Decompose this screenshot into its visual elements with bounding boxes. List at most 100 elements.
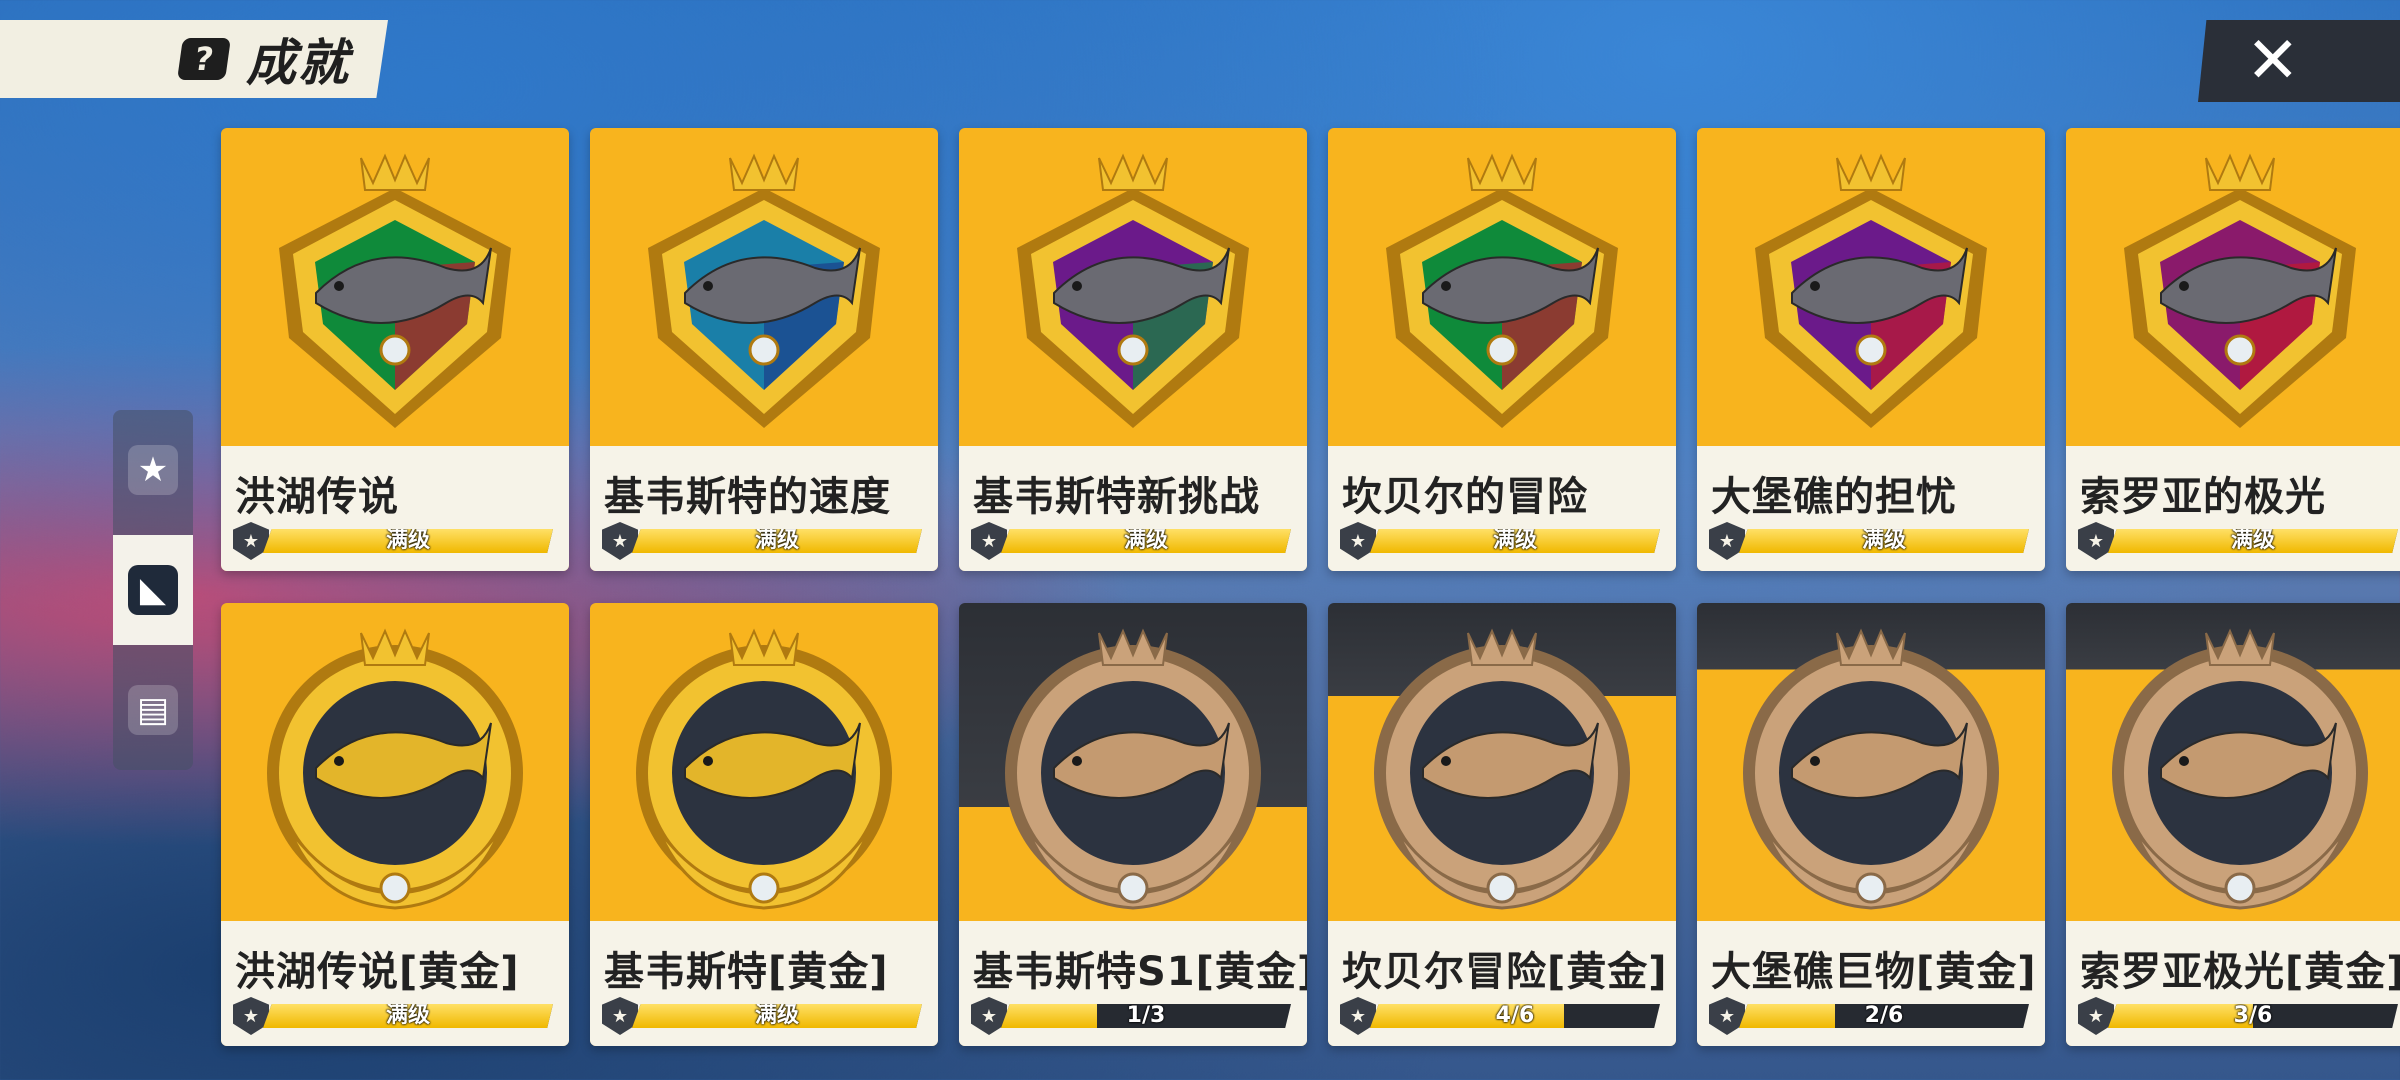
medal-emblem-icon — [2112, 628, 2368, 910]
progress-row: ★ 满级 — [233, 522, 559, 560]
shark-fin-icon: ◣ — [128, 565, 178, 615]
achievement-name: 索罗亚极光[黄金] — [2080, 949, 2400, 995]
page-title: 成就 — [246, 34, 350, 92]
achievement-name: 索罗亚的极光 — [2080, 474, 2326, 520]
progress-row: ★ 满级 — [233, 997, 559, 1035]
card-footer: 基韦斯特新挑战 ★ 满级 — [959, 446, 1307, 571]
progress-text: 4/6 — [1495, 1004, 1535, 1028]
card-footer: 索罗亚的极光 ★ 满级 — [2066, 446, 2400, 571]
rank-badge-icon: ★ — [2078, 997, 2114, 1035]
achievement-card[interactable]: 大堡礁的担忧 ★ 满级 — [1697, 128, 2045, 571]
achievement-card[interactable]: 索罗亚的极光 ★ 满级 — [2066, 128, 2400, 571]
rank-badge-icon: ★ — [971, 997, 1007, 1035]
rank-badge-icon: ★ — [233, 522, 269, 560]
progress-text: 满级 — [754, 529, 799, 553]
progress-text: 满级 — [2230, 529, 2275, 553]
medal-emblem-icon — [1374, 628, 1630, 910]
progress-bar: 满级 — [632, 529, 922, 553]
achievement-name: 大堡礁的担忧 — [1711, 474, 1957, 520]
achievement-card[interactable]: 坎贝尔冒险[黄金] ★ 4/6 — [1328, 603, 1676, 1046]
achievement-card[interactable]: 洪湖传说 ★ 满级 — [221, 128, 569, 571]
progress-row: ★ 3/6 — [2078, 997, 2400, 1035]
achievement-name: 洪湖传说 — [235, 474, 399, 520]
progress-text: 满级 — [1123, 529, 1168, 553]
progress-row: ★ 满级 — [602, 522, 928, 560]
tab-shield[interactable]: ★ — [113, 415, 193, 525]
rank-badge-icon: ★ — [1709, 522, 1745, 560]
achievement-name: 基韦斯特S1[黄金] — [973, 949, 1307, 995]
achievement-card[interactable]: 基韦斯特S1[黄金] ★ 1/3 — [959, 603, 1307, 1046]
help-icon[interactable]: ? — [177, 38, 231, 80]
medal-emblem-icon — [1017, 153, 1249, 428]
progress-bar: 满级 — [632, 1004, 922, 1028]
close-button[interactable]: ✕ — [2198, 20, 2400, 102]
achievement-card[interactable]: 坎贝尔的冒险 ★ 满级 — [1328, 128, 1676, 571]
card-footer: 大堡礁巨物[黄金] ★ 2/6 — [1697, 921, 2045, 1046]
achievement-card[interactable]: 索罗亚极光[黄金] ★ 3/6 — [2066, 603, 2400, 1046]
card-footer: 基韦斯特的速度 ★ 满级 — [590, 446, 938, 571]
progress-bar: 满级 — [1001, 529, 1291, 553]
achievement-name: 基韦斯特新挑战 — [973, 474, 1260, 520]
close-icon: ✕ — [2246, 24, 2300, 98]
tab-fish[interactable]: ◣ — [113, 535, 193, 645]
card-footer: 基韦斯特S1[黄金] ★ 1/3 — [959, 921, 1307, 1046]
medal-emblem-icon — [636, 628, 892, 910]
achievement-card[interactable]: 大堡礁巨物[黄金] ★ 2/6 — [1697, 603, 2045, 1046]
medal-emblem-icon — [1386, 153, 1618, 428]
progress-bar: 满级 — [263, 1004, 553, 1028]
progress-row: ★ 满级 — [1340, 522, 1666, 560]
rank-badge-icon: ★ — [1340, 997, 1376, 1035]
progress-text: 满级 — [754, 1004, 799, 1028]
progress-text: 1/3 — [1126, 1004, 1166, 1028]
shield-star-icon: ★ — [128, 445, 178, 495]
progress-row: ★ 4/6 — [1340, 997, 1666, 1035]
progress-bar: 1/3 — [1001, 1004, 1291, 1028]
progress-bar: 3/6 — [2108, 1004, 2398, 1028]
progress-row: ★ 满级 — [971, 522, 1297, 560]
progress-bar: 满级 — [2108, 529, 2398, 553]
progress-bar: 满级 — [1739, 529, 2029, 553]
tab-map[interactable]: ▤ — [113, 655, 193, 765]
achievement-name: 洪湖传说[黄金] — [235, 949, 520, 995]
achievement-card[interactable]: 基韦斯特[黄金] ★ 满级 — [590, 603, 938, 1046]
rank-badge-icon: ★ — [602, 522, 638, 560]
page-title-bar: ? 成就 — [0, 20, 388, 98]
medal-emblem-icon — [1743, 628, 1999, 910]
medal-emblem-icon — [1755, 153, 1987, 428]
progress-bar: 满级 — [1370, 529, 1660, 553]
progress-text: 满级 — [1861, 529, 1906, 553]
progress-row: ★ 满级 — [2078, 522, 2400, 560]
card-footer: 坎贝尔的冒险 ★ 满级 — [1328, 446, 1676, 571]
progress-row: ★ 满级 — [1709, 522, 2035, 560]
progress-row: ★ 满级 — [602, 997, 928, 1035]
rank-badge-icon: ★ — [1340, 522, 1376, 560]
progress-text: 满级 — [385, 1004, 430, 1028]
progress-bar: 满级 — [263, 529, 553, 553]
card-footer: 基韦斯特[黄金] ★ 满级 — [590, 921, 938, 1046]
card-footer: 坎贝尔冒险[黄金] ★ 4/6 — [1328, 921, 1676, 1046]
rank-badge-icon: ★ — [2078, 522, 2114, 560]
progress-text: 3/6 — [2233, 1004, 2273, 1028]
progress-row: ★ 2/6 — [1709, 997, 2035, 1035]
progress-text: 满级 — [385, 529, 430, 553]
medal-emblem-icon — [267, 628, 523, 910]
progress-bar: 2/6 — [1739, 1004, 2029, 1028]
rank-badge-icon: ★ — [233, 997, 269, 1035]
medal-emblem-icon — [279, 153, 511, 428]
side-tab-bar: ★ ◣ ▤ — [113, 410, 193, 770]
achievement-name: 基韦斯特[黄金] — [604, 949, 889, 995]
achievement-card[interactable]: 洪湖传说[黄金] ★ 满级 — [221, 603, 569, 1046]
achievement-card[interactable]: 基韦斯特新挑战 ★ 满级 — [959, 128, 1307, 571]
achievement-name: 坎贝尔冒险[黄金] — [1342, 949, 1668, 995]
rank-badge-icon: ★ — [1709, 997, 1745, 1035]
rank-badge-icon: ★ — [971, 522, 1007, 560]
progress-bar: 4/6 — [1370, 1004, 1660, 1028]
achievement-name: 坎贝尔的冒险 — [1342, 474, 1588, 520]
progress-text: 2/6 — [1864, 1004, 1904, 1028]
medal-emblem-icon — [648, 153, 880, 428]
progress-row: ★ 1/3 — [971, 997, 1297, 1035]
achievement-card[interactable]: 基韦斯特的速度 ★ 满级 — [590, 128, 938, 571]
progress-text: 满级 — [1492, 529, 1537, 553]
card-footer: 大堡礁的担忧 ★ 满级 — [1697, 446, 2045, 571]
achievement-name: 大堡礁巨物[黄金] — [1711, 949, 2037, 995]
